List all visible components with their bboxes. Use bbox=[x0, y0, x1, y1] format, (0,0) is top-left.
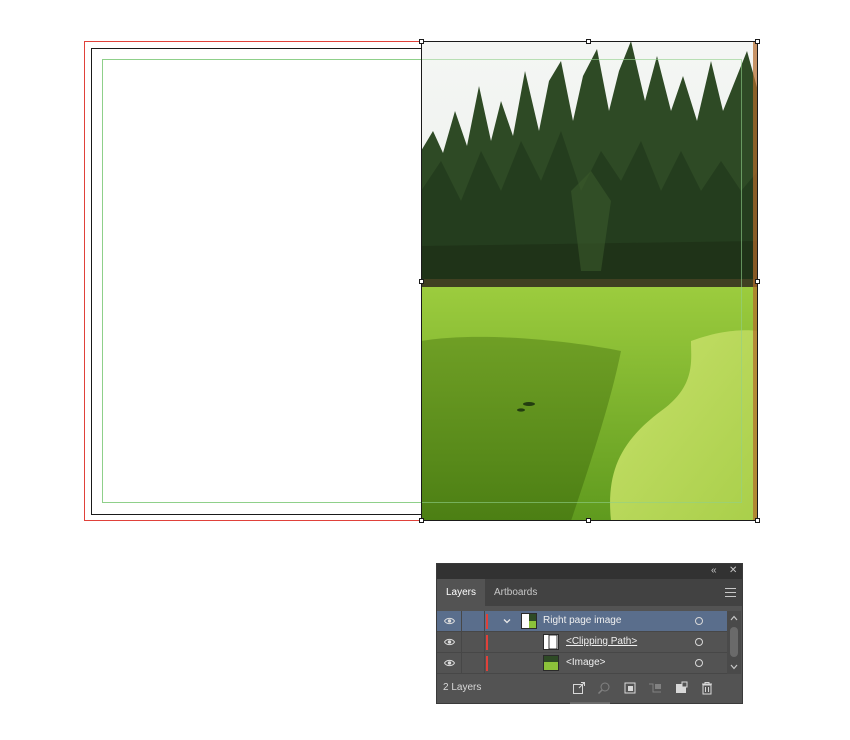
selection-handle[interactable] bbox=[755, 518, 760, 523]
selection-handle[interactable] bbox=[419, 279, 424, 284]
visibility-toggle[interactable] bbox=[437, 653, 462, 673]
layer-color-indicator bbox=[486, 635, 488, 650]
chevron-down-icon[interactable] bbox=[503, 617, 511, 625]
selection-handle[interactable] bbox=[755, 279, 760, 284]
panel-resize-grip[interactable] bbox=[570, 702, 610, 704]
visibility-toggle[interactable] bbox=[437, 611, 462, 631]
layer-row-clipping-path[interactable]: <Clipping Path> bbox=[437, 632, 727, 653]
lock-toggle[interactable] bbox=[462, 653, 485, 673]
layer-color-indicator bbox=[486, 656, 488, 671]
panel-tabs: Layers Artboards bbox=[437, 579, 742, 606]
golf-course-image[interactable] bbox=[421, 41, 758, 521]
panel-footer: 2 Layers bbox=[437, 676, 742, 703]
layer-name: <Clipping Path> bbox=[566, 636, 638, 647]
export-icon[interactable] bbox=[572, 681, 586, 695]
lock-toggle[interactable] bbox=[462, 632, 485, 652]
layer-count: 2 Layers bbox=[443, 682, 482, 693]
selection-handle[interactable] bbox=[586, 39, 591, 44]
target-circle-icon[interactable] bbox=[695, 638, 703, 646]
scroll-thumb[interactable] bbox=[730, 627, 738, 657]
locate-object-icon[interactable] bbox=[597, 681, 611, 695]
scroll-up-icon[interactable] bbox=[730, 615, 738, 621]
layer-row-image[interactable]: <Image> bbox=[437, 653, 727, 674]
panel-title-bar: « ✕ bbox=[437, 564, 742, 579]
visibility-toggle[interactable] bbox=[437, 632, 462, 652]
new-sublayer-icon[interactable] bbox=[648, 681, 662, 695]
lock-toggle[interactable] bbox=[462, 611, 485, 631]
hamburger-menu-icon[interactable] bbox=[725, 588, 736, 597]
selection-handle[interactable] bbox=[419, 518, 424, 523]
selection-handle[interactable] bbox=[755, 39, 760, 44]
layer-name: <Image> bbox=[566, 657, 606, 668]
layer-thumbnail bbox=[521, 613, 537, 629]
make-clipping-mask-icon[interactable] bbox=[623, 681, 637, 695]
selection-handle[interactable] bbox=[419, 39, 424, 44]
double-chevron-left-icon[interactable]: « bbox=[711, 565, 717, 577]
delete-icon[interactable] bbox=[700, 681, 714, 695]
layers-scrollbar[interactable] bbox=[727, 611, 741, 674]
clipping-path-thumbnail bbox=[543, 634, 559, 650]
tab-layers[interactable]: Layers bbox=[437, 579, 486, 606]
selection-handle[interactable] bbox=[586, 518, 591, 523]
eye-icon bbox=[444, 638, 455, 646]
target-circle-icon[interactable] bbox=[695, 617, 703, 625]
layers-panel: « ✕ Layers Artboards Right page image <C… bbox=[436, 563, 743, 704]
layer-color-indicator bbox=[486, 614, 488, 629]
layer-row-right-page-image[interactable]: Right page image bbox=[437, 611, 727, 632]
target-circle-icon[interactable] bbox=[695, 659, 703, 667]
image-thumbnail bbox=[543, 655, 559, 671]
layer-name: Right page image bbox=[543, 615, 622, 626]
layers-list: Right page image <Clipping Path> <Image> bbox=[437, 611, 727, 674]
scroll-down-icon[interactable] bbox=[730, 664, 738, 670]
eye-icon bbox=[444, 659, 455, 667]
eye-icon bbox=[444, 617, 455, 625]
new-layer-icon[interactable] bbox=[674, 681, 688, 695]
close-icon[interactable]: ✕ bbox=[729, 565, 737, 577]
tab-artboards[interactable]: Artboards bbox=[485, 579, 546, 606]
